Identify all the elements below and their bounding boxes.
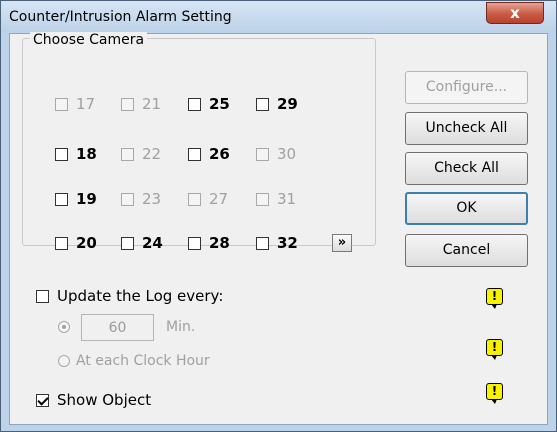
- clock-hour-option[interactable]: At each Clock Hour: [58, 353, 210, 369]
- camera-checkbox[interactable]: [256, 236, 269, 250]
- warning-note-icon[interactable]: !: [486, 339, 503, 360]
- choose-camera-label: Choose Camera: [30, 32, 148, 48]
- camera-checkbox[interactable]: [55, 97, 68, 111]
- camera-checkbox[interactable]: [256, 192, 269, 206]
- window-title: Counter/Intrusion Alarm Setting: [9, 9, 232, 25]
- minutes-unit-label: Min.: [166, 319, 196, 335]
- camera-checkbox[interactable]: [188, 97, 201, 111]
- camera-label: 21: [142, 95, 162, 113]
- title-bar[interactable]: Counter/Intrusion Alarm Setting x: [1, 1, 556, 32]
- camera-option[interactable]: 25: [188, 95, 230, 113]
- minutes-input[interactable]: [81, 314, 154, 341]
- camera-label: 20: [76, 234, 97, 252]
- camera-label: 25: [209, 95, 230, 113]
- camera-label: 22: [142, 145, 162, 163]
- clock-hour-label: At each Clock Hour: [76, 353, 210, 369]
- show-object-option[interactable]: Show Object: [36, 391, 151, 409]
- camera-checkbox[interactable]: [55, 147, 68, 161]
- update-log-checkbox[interactable]: [36, 289, 49, 303]
- camera-option[interactable]: 18: [55, 145, 97, 163]
- camera-checkbox[interactable]: [55, 192, 68, 206]
- camera-option[interactable]: 22: [121, 145, 161, 163]
- camera-label: 26: [209, 145, 230, 163]
- show-object-label: Show Object: [57, 391, 152, 409]
- camera-option[interactable]: 31: [256, 190, 296, 208]
- camera-label: 27: [209, 190, 229, 208]
- camera-checkbox[interactable]: [188, 192, 201, 206]
- warning-note-icon[interactable]: !: [486, 383, 503, 404]
- camera-label: 24: [142, 234, 163, 252]
- camera-label: 18: [76, 145, 97, 163]
- camera-checkbox[interactable]: [121, 192, 134, 206]
- camera-checkbox[interactable]: [188, 147, 201, 161]
- camera-label: 30: [277, 145, 297, 163]
- camera-option[interactable]: 24: [121, 234, 163, 252]
- interval-option[interactable]: [58, 321, 70, 333]
- camera-checkbox[interactable]: [121, 236, 134, 250]
- ok-button[interactable]: OK: [405, 192, 528, 225]
- camera-option[interactable]: 21: [121, 95, 161, 113]
- clock-hour-radio[interactable]: [58, 355, 70, 367]
- camera-label: 32: [277, 234, 298, 252]
- camera-checkbox[interactable]: [188, 236, 201, 250]
- camera-label: 17: [76, 95, 96, 113]
- camera-option[interactable]: 20: [55, 234, 97, 252]
- camera-checkbox[interactable]: [256, 147, 269, 161]
- camera-option[interactable]: 29: [256, 95, 298, 113]
- camera-option[interactable]: 27: [188, 190, 228, 208]
- camera-option[interactable]: 26: [188, 145, 230, 163]
- interval-radio[interactable]: [58, 321, 70, 333]
- camera-option[interactable]: 23: [121, 190, 161, 208]
- warning-note-icon[interactable]: !: [486, 288, 503, 309]
- camera-option[interactable]: 17: [55, 95, 95, 113]
- camera-checkbox[interactable]: [55, 236, 68, 250]
- show-object-checkbox[interactable]: [36, 393, 49, 407]
- more-cameras-button[interactable]: »: [332, 234, 352, 252]
- camera-option[interactable]: 32: [256, 234, 298, 252]
- uncheck-all-button[interactable]: Uncheck All: [405, 112, 528, 145]
- update-log-label: Update the Log every:: [57, 287, 224, 305]
- cancel-button[interactable]: Cancel: [405, 234, 528, 267]
- camera-label: 31: [277, 190, 297, 208]
- camera-checkbox[interactable]: [256, 97, 269, 111]
- camera-label: 29: [277, 95, 298, 113]
- configure-button[interactable]: Configure...: [405, 71, 528, 104]
- close-button[interactable]: x: [486, 2, 544, 24]
- camera-option[interactable]: 30: [256, 145, 296, 163]
- camera-label: 19: [76, 190, 97, 208]
- camera-option[interactable]: 28: [188, 234, 230, 252]
- choose-camera-group: [22, 38, 376, 246]
- camera-checkbox[interactable]: [121, 147, 134, 161]
- camera-label: 23: [142, 190, 162, 208]
- update-log-option[interactable]: Update the Log every:: [36, 287, 223, 305]
- camera-option[interactable]: 19: [55, 190, 97, 208]
- check-all-button[interactable]: Check All: [405, 152, 528, 185]
- camera-checkbox[interactable]: [121, 97, 134, 111]
- camera-label: 28: [209, 234, 230, 252]
